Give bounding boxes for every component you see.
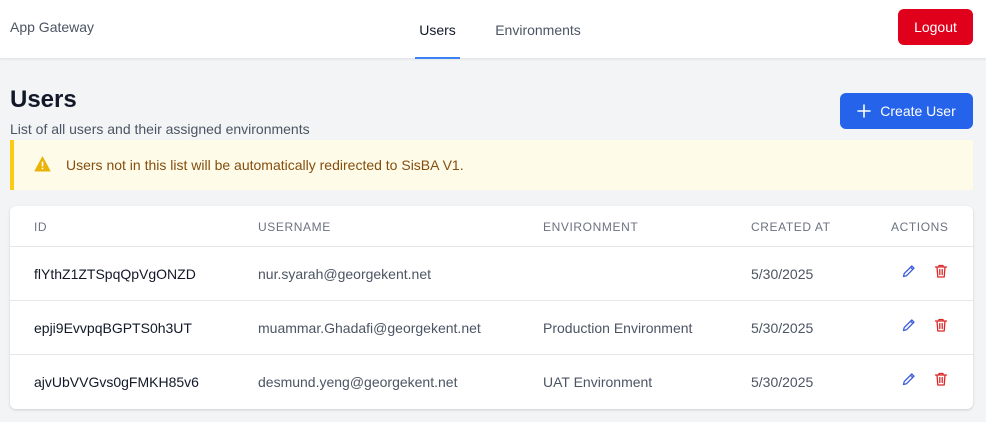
top-navbar: App Gateway Users Environments Logout: [0, 0, 986, 59]
tab-users[interactable]: Users: [415, 0, 460, 59]
cell-environment: UAT Environment: [543, 374, 653, 390]
trash-icon[interactable]: [933, 371, 949, 387]
cell-id: ajvUbVVGvs0gFMKH85v6: [34, 374, 199, 390]
pencil-icon[interactable]: [901, 371, 917, 387]
column-header-id: ID: [34, 220, 48, 234]
tab-environments[interactable]: Environments: [494, 0, 582, 59]
cell-username: nur.syarah@georgekent.net: [258, 266, 431, 282]
users-table: ID Username Environment Created At Actio…: [10, 206, 973, 409]
cell-username: desmund.yeng@georgekent.net: [258, 374, 458, 390]
cell-created-at: 5/30/2025: [751, 320, 814, 336]
trash-icon[interactable]: [933, 317, 949, 333]
logout-button[interactable]: Logout: [898, 9, 973, 45]
warning-alert: Users not in this list will be automatic…: [10, 140, 973, 190]
table-row: epji9EvvpqBGPTS0h3UT muammar.Ghadafi@geo…: [10, 301, 973, 355]
table-row: ajvUbVVGvs0gFMKH85v6 desmund.yeng@george…: [10, 355, 973, 409]
cell-username: muammar.Ghadafi@georgekent.net: [258, 320, 481, 336]
warning-icon: [34, 156, 51, 172]
cell-id: epji9EvvpqBGPTS0h3UT: [34, 320, 192, 336]
plus-icon: [857, 104, 872, 118]
table-row: flYthZ1ZTSpqQpVgONZD nur.syarah@georgeke…: [10, 247, 973, 301]
pencil-icon[interactable]: [901, 317, 917, 333]
table-header: ID Username Environment Created At Actio…: [10, 206, 973, 247]
cell-environment: Production Environment: [543, 320, 693, 336]
column-header-created-at: Created At: [751, 220, 831, 234]
warning-text: Users not in this list will be automatic…: [66, 157, 464, 173]
cell-created-at: 5/30/2025: [751, 266, 814, 282]
column-header-environment: Environment: [543, 220, 639, 234]
trash-icon[interactable]: [933, 263, 949, 279]
cell-created-at: 5/30/2025: [751, 374, 814, 390]
cell-id: flYthZ1ZTSpqQpVgONZD: [34, 266, 196, 282]
page-subtitle: List of all users and their assigned env…: [10, 121, 310, 137]
app-brand[interactable]: App Gateway: [10, 19, 94, 35]
pencil-icon[interactable]: [901, 263, 917, 279]
create-user-label: Create User: [880, 103, 956, 119]
create-user-button[interactable]: Create User: [840, 93, 973, 129]
column-header-actions: Actions: [891, 220, 949, 234]
page-title: Users: [10, 86, 77, 113]
column-header-username: Username: [258, 220, 331, 234]
